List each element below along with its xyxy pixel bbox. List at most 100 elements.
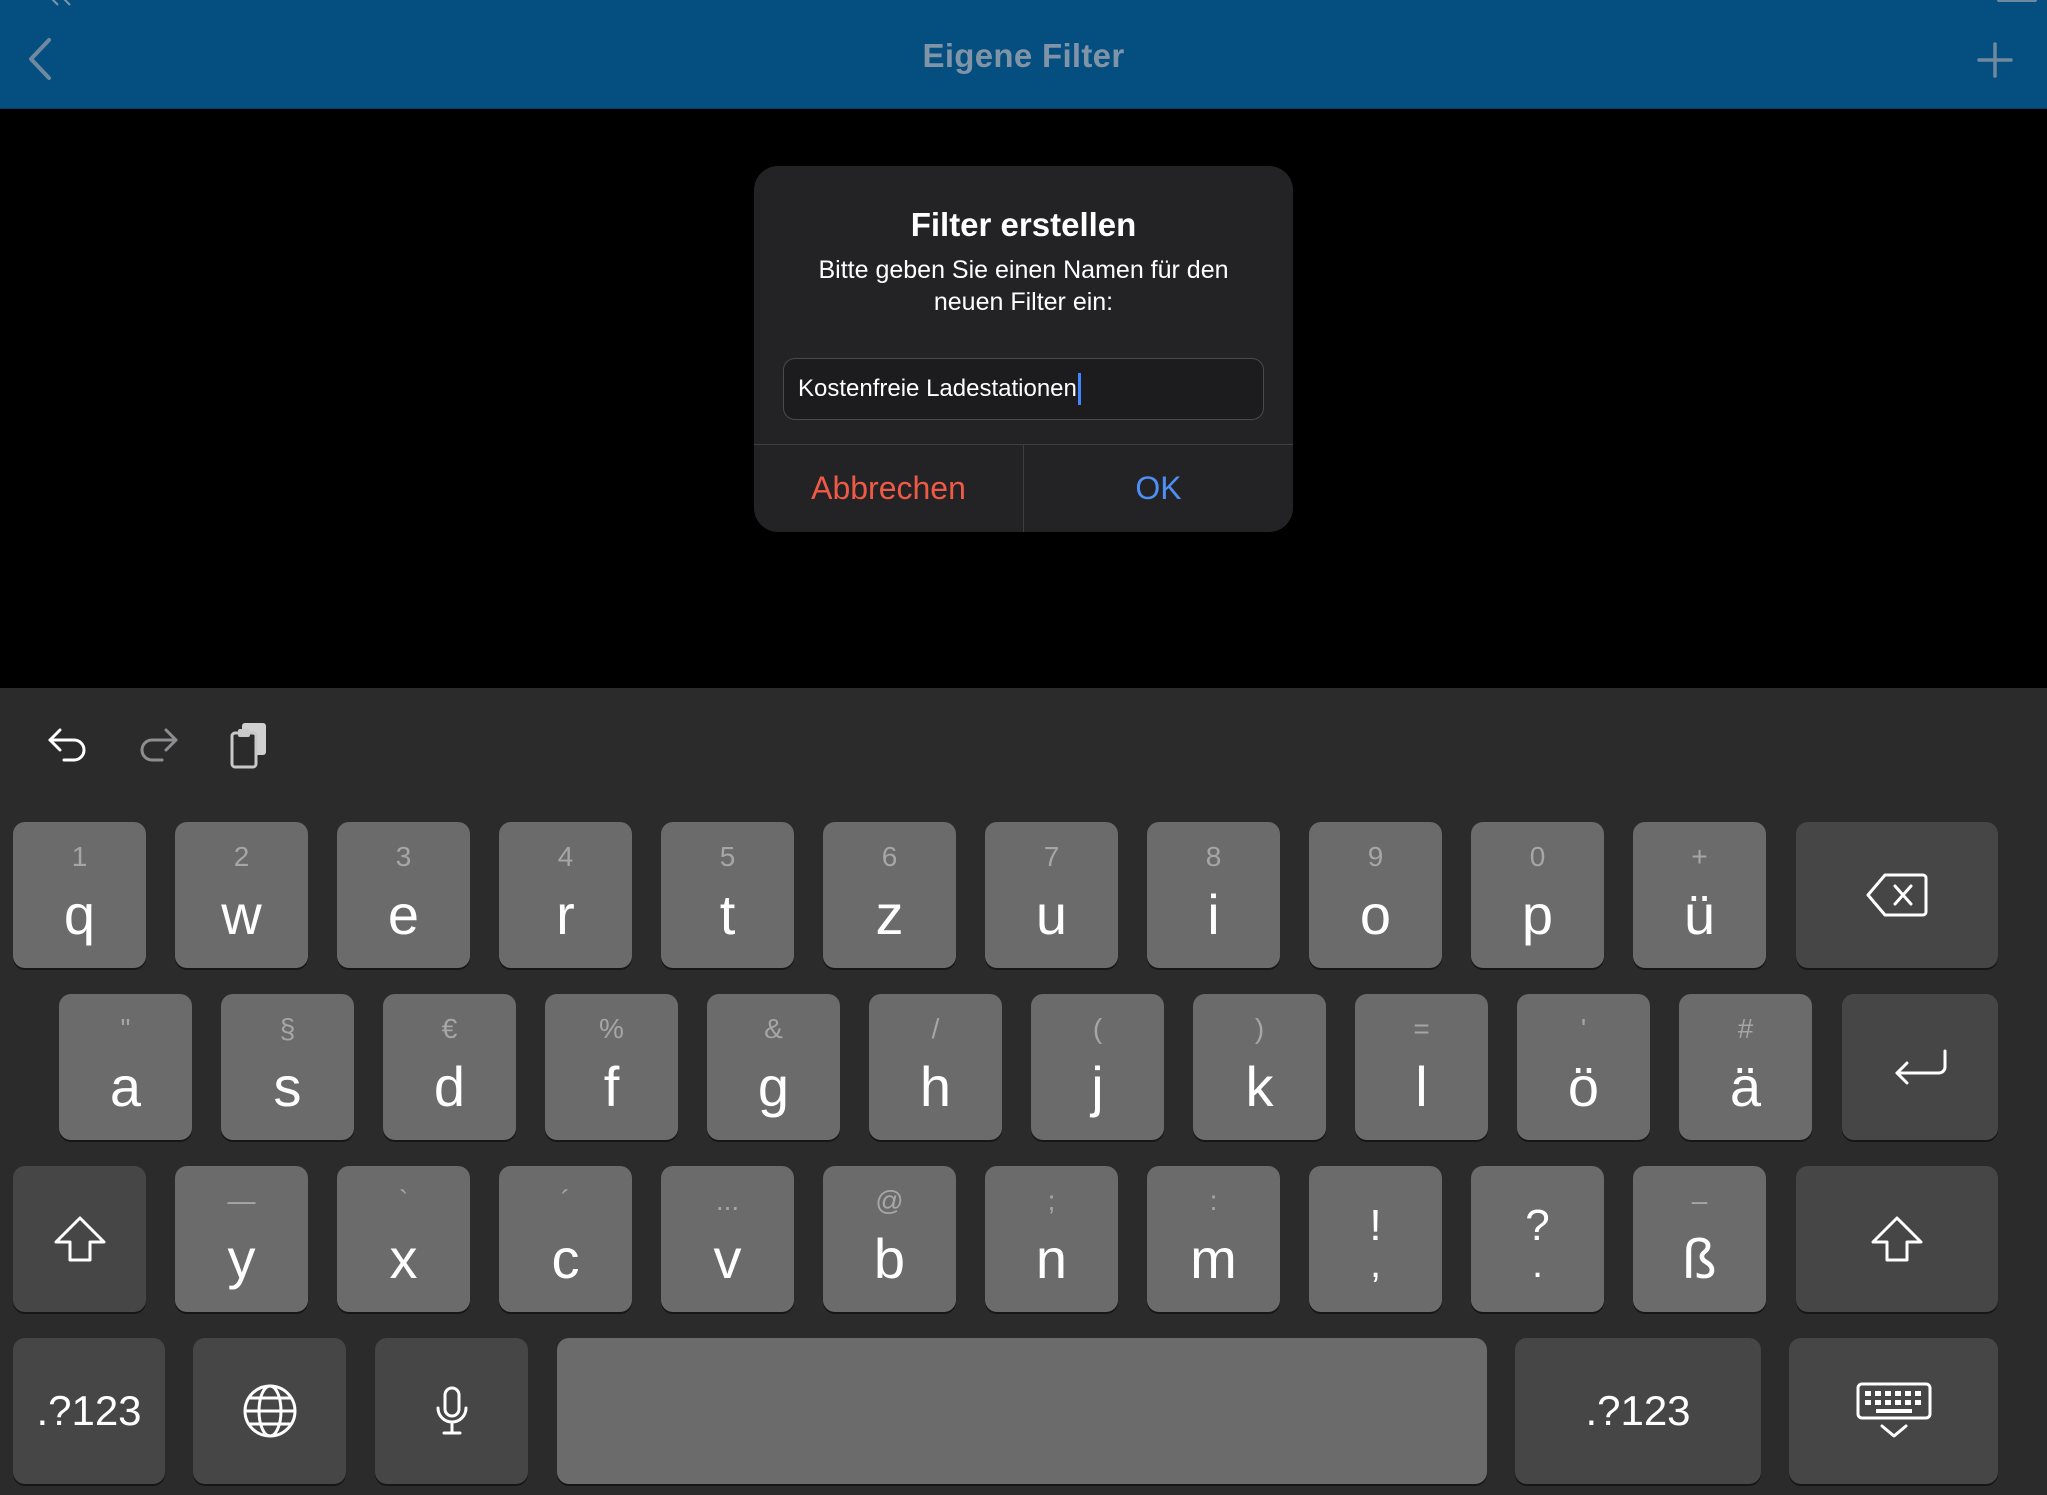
key-z[interactable]: 6z	[823, 822, 956, 968]
clipboard-icon	[230, 723, 266, 769]
key-secondary-label: 3	[395, 841, 412, 872]
key-d[interactable]: € d	[383, 994, 516, 1140]
key-x[interactable]: ` x	[337, 1166, 470, 1312]
key-primary-label: q	[63, 883, 96, 946]
key-primary-label: f	[603, 1055, 620, 1118]
key-f[interactable]: % f	[545, 994, 678, 1140]
backspace-key[interactable]	[1796, 822, 1998, 968]
key-ö[interactable]: ' ö	[1517, 994, 1650, 1140]
ok-button[interactable]: OK	[1024, 445, 1293, 532]
key-l[interactable]: = l	[1355, 994, 1488, 1140]
filter-name-input[interactable]: Kostenfreie Ladestationen	[783, 358, 1264, 420]
shift-key-left[interactable]	[13, 1166, 146, 1312]
shift-icon	[54, 1216, 105, 1262]
key-secondary-label: §	[279, 1013, 296, 1044]
key-primary-label: x	[389, 1227, 418, 1290]
key-primary-label: ö	[1567, 1055, 1600, 1118]
numbers-key-left[interactable]: .?123	[13, 1338, 165, 1484]
key-primary-label: h	[919, 1055, 952, 1118]
key-primary-label: a	[109, 1055, 142, 1118]
key-primary-label: o	[1359, 883, 1392, 946]
key-u[interactable]: 7u	[985, 822, 1118, 968]
key-secondary-label: +	[1691, 841, 1708, 872]
create-filter-dialog: Filter erstellen Bitte geben Sie einen N…	[754, 166, 1293, 532]
space-bar[interactable]	[557, 1338, 1487, 1484]
key-.[interactable]: ?.	[1471, 1166, 1604, 1312]
text-caret	[1077, 373, 1081, 405]
paste-button[interactable]	[222, 720, 274, 772]
key-secondary-label: @	[875, 1185, 904, 1216]
page-title: Eigene Filter	[922, 37, 1125, 74]
key-y[interactable]: — y	[175, 1166, 308, 1312]
key-primary-label: r	[556, 883, 575, 946]
undo-button[interactable]	[42, 720, 94, 772]
key-s[interactable]: § s	[221, 994, 354, 1140]
dictation-key[interactable]	[375, 1338, 528, 1484]
key-secondary-label: 5	[719, 841, 736, 872]
key-j[interactable]: (j	[1031, 994, 1164, 1140]
key-t[interactable]: 5t	[661, 822, 794, 968]
redo-button[interactable]	[132, 720, 184, 772]
key-primary-label: y	[227, 1227, 256, 1290]
key-secondary-label: –	[1691, 1185, 1708, 1216]
key-a[interactable]: " a	[59, 994, 192, 1140]
dialog-message: Bitte geben Sie einen Namen für den neue…	[818, 256, 1229, 316]
shift-key-right[interactable]	[1796, 1166, 1998, 1312]
hide-keyboard-key[interactable]	[1789, 1338, 1998, 1484]
key-primary-label: ,	[1369, 1242, 1382, 1286]
key-p[interactable]: 0p	[1471, 822, 1604, 968]
key-w[interactable]: 2w	[175, 822, 308, 968]
key-ß[interactable]: – ß	[1633, 1166, 1766, 1312]
key-g[interactable]: & g	[707, 994, 840, 1140]
key-primary-label: d	[433, 1055, 466, 1118]
keyboard-dismiss-icon	[1856, 1382, 1931, 1438]
key-secondary-label: =	[1413, 1013, 1430, 1044]
key-secondary-label: '	[1580, 1013, 1587, 1044]
undo-icon	[48, 728, 86, 762]
key-primary-label: p	[1521, 883, 1554, 946]
key-secondary-label: )	[1254, 1013, 1265, 1044]
key-secondary-label: 1	[71, 841, 88, 872]
key-primary-label: c	[551, 1227, 580, 1290]
globe-key[interactable]	[193, 1338, 346, 1484]
numbers-key-right[interactable]: .?123	[1515, 1338, 1761, 1484]
key-secondary-label: #	[1737, 1013, 1754, 1044]
key-ü[interactable]: + ü	[1633, 822, 1766, 968]
key-k[interactable]: ) k	[1193, 994, 1326, 1140]
key-secondary-label: ´	[560, 1185, 571, 1216]
globe-icon	[243, 1384, 296, 1438]
key-ä[interactable]: # ä	[1679, 994, 1812, 1140]
return-icon	[1895, 1049, 1947, 1085]
key-primary-label: ß	[1682, 1227, 1717, 1290]
key-e[interactable]: 3e	[337, 822, 470, 968]
key-c[interactable]: ´ c	[499, 1166, 632, 1312]
key-primary-label: j	[1091, 1055, 1104, 1118]
key-i[interactable]: 8i	[1147, 822, 1280, 968]
return-key[interactable]	[1842, 994, 1998, 1140]
key-secondary-label: 0	[1529, 841, 1546, 872]
key-primary-label: z	[875, 883, 904, 946]
key-primary-label: k	[1245, 1055, 1274, 1118]
key-primary-label: e	[387, 883, 420, 946]
key-n[interactable]: ; n	[985, 1166, 1118, 1312]
cancel-button[interactable]: Abbrechen	[754, 445, 1023, 532]
key-q[interactable]: 1q	[13, 822, 146, 968]
microphone-icon	[436, 1386, 467, 1435]
key-v[interactable]: ... v	[661, 1166, 794, 1312]
numbers-key-label: .?123	[1585, 1387, 1691, 1434]
key-secondary-label: ;	[1047, 1185, 1056, 1216]
add-filter-button[interactable]	[1973, 38, 2017, 82]
key-primary-label: n	[1035, 1227, 1068, 1290]
key-secondary-label: ...	[715, 1185, 740, 1216]
key-secondary-label: (	[1092, 1013, 1103, 1044]
key-b[interactable]: @ b	[823, 1166, 956, 1312]
key-,[interactable]: !,	[1309, 1166, 1442, 1312]
key-primary-label: l	[1415, 1055, 1428, 1118]
key-m[interactable]: :m	[1147, 1166, 1280, 1312]
status-indicator	[50, 0, 80, 6]
key-o[interactable]: 9o	[1309, 822, 1442, 968]
key-primary-label: b	[873, 1227, 906, 1290]
key-secondary-label: —	[227, 1185, 256, 1216]
key-h[interactable]: / h	[869, 994, 1002, 1140]
key-r[interactable]: 4r	[499, 822, 632, 968]
